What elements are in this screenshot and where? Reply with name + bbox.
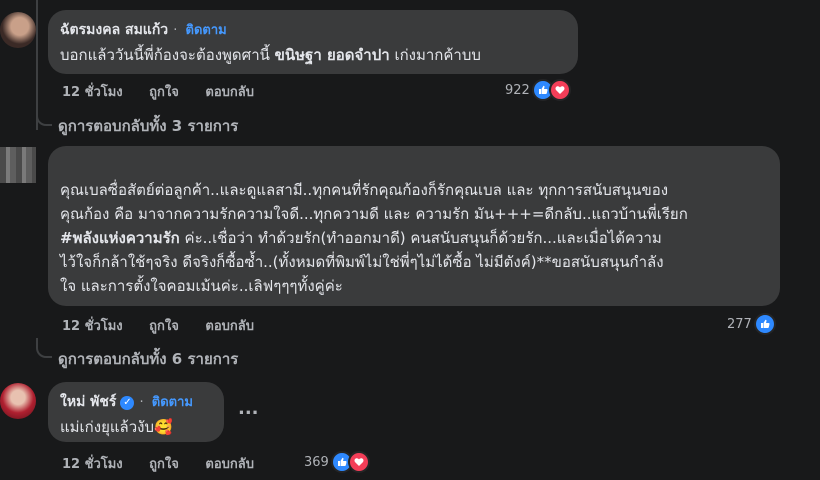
more-options-icon[interactable]: ... [238,398,259,419]
comment-bubble: คุณเบลซื่อสัตย์ต่อลูกค้า..และดูแลสามี..ท… [48,146,780,306]
comment-time[interactable]: 12 ชั่วโมง [62,85,123,100]
like-action[interactable]: ถูกใจ [149,319,179,334]
reply-action[interactable]: ตอบกลับ [205,85,254,100]
avatar[interactable] [0,383,36,419]
thread-connector [36,108,52,126]
avatar[interactable] [0,12,36,48]
comment-author[interactable]: ใหม่ พัชร์ [60,394,116,410]
comment-text: บอกแล้ววันนี้พี่ก้องจะต้องพูดศานี้ ขนิษฐ… [60,46,481,64]
comment-text: แม่เก่งยุแล้วงับ🥰 [60,418,173,436]
comment-bubble: ใหม่ พัชร์ ✓ · ติดตาม แม่เก่งยุแล้วงับ🥰 [48,382,224,442]
reply-action[interactable]: ตอบกลับ [205,457,254,472]
hashtag-link[interactable]: #พลังแห่งความรัก [60,229,180,247]
thumbs-up-icon [753,313,776,335]
comment-actions: 12 ชั่วโมง ถูกใจ ตอบกลับ [62,315,276,336]
reaction-count: 277 [727,316,752,332]
comment-time[interactable]: 12 ชั่วโมง [62,457,123,472]
follow-link[interactable]: ติดตาม [186,23,227,38]
comment-time[interactable]: 12 ชั่วโมง [62,319,123,334]
reaction-count: 369 [304,454,329,470]
verified-badge-icon: ✓ [120,396,135,410]
like-action[interactable]: ถูกใจ [149,457,179,472]
comment-author[interactable]: ฉัตรมงคล สมแก้ว [60,22,168,38]
reaction-count: 922 [505,82,530,98]
mention-tag[interactable]: ขนิษฐา ยอดจำปา [275,46,390,64]
reaction-summary[interactable]: 277 [727,313,776,335]
avatar[interactable] [0,147,36,183]
follow-link[interactable]: ติดตาม [152,395,193,410]
like-action[interactable]: ถูกใจ [149,85,179,100]
comment-text: คุณเบลซื่อสัตย์ต่อลูกค้า..และดูแลสามี..ท… [60,181,688,295]
reaction-summary[interactable]: 922 [505,79,571,101]
comment-actions: 12 ชั่วโมง ถูกใจ ตอบกลับ [62,453,276,474]
view-replies-link[interactable]: ดูการตอบกลับทั้ง 6 รายการ [58,347,238,371]
comment-bubble: ฉัตรมงคล สมแก้ว · ติดตาม บอกแล้ววันนี้พี… [48,10,578,74]
thread-connector [36,340,52,358]
comment-actions: 12 ชั่วโมง ถูกใจ ตอบกลับ [62,81,276,102]
reply-action[interactable]: ตอบกลับ [205,319,254,334]
heart-icon [347,451,370,473]
heart-icon [548,79,571,101]
view-replies-link[interactable]: ดูการตอบกลับทั้ง 3 รายการ [58,114,238,138]
reaction-summary[interactable]: 369 [304,451,370,473]
